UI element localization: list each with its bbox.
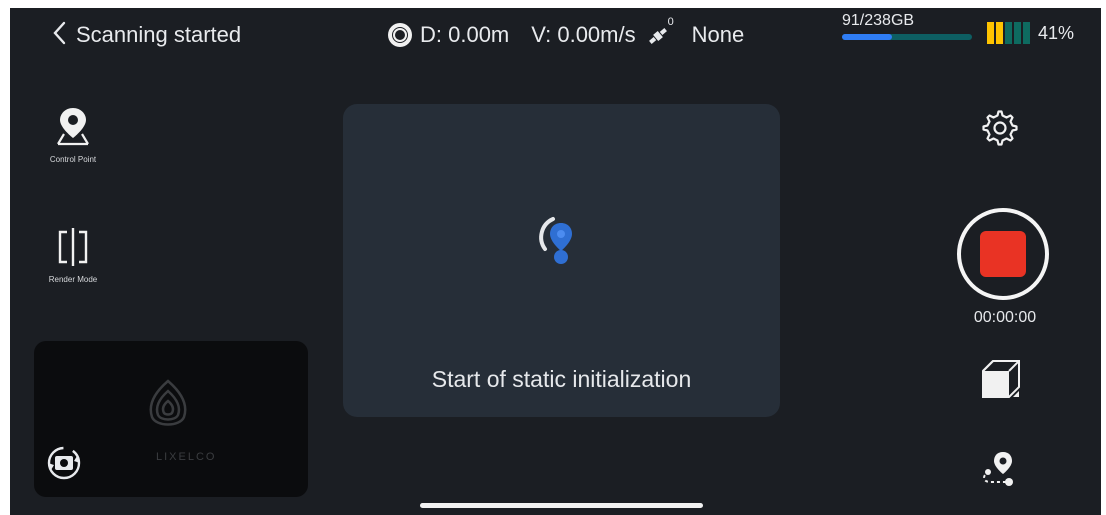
initialization-panel: Start of static initialization: [343, 104, 780, 417]
camera-switch-icon[interactable]: [44, 443, 84, 483]
control-point-label: Control Point: [49, 155, 97, 164]
battery-segment: [1014, 22, 1021, 44]
cube-icon[interactable]: [979, 357, 1023, 401]
distance-readout: D: 0.00m: [420, 22, 510, 47]
home-indicator[interactable]: [420, 503, 703, 508]
storage-bar-fill: [842, 34, 892, 40]
battery-segment: [987, 22, 994, 44]
back-label: Scanning started: [76, 22, 242, 47]
record-stop-icon: [957, 208, 1049, 300]
battery-bars: [987, 22, 1032, 44]
battery-percent: 41%: [1038, 22, 1075, 43]
velocity-readout: V: 0.00m/s: [531, 22, 636, 47]
battery-segment: [996, 22, 1003, 44]
battery-indicator: 41%: [987, 22, 1074, 44]
render-mode-label: Render Mode: [48, 275, 98, 284]
camera-preview[interactable]: LIXELCO: [34, 341, 308, 497]
status-readout: D: 0.00m V: 0.00m/s 0 None: [388, 16, 745, 48]
battery-segment: [1005, 22, 1012, 44]
control-point-button[interactable]: Control Point: [38, 104, 108, 164]
split-view-icon: [58, 228, 88, 266]
route-pin-icon[interactable]: [976, 448, 1022, 494]
render-mode-button[interactable]: Render Mode: [38, 226, 108, 284]
battery-segment: [1023, 22, 1030, 44]
record-button[interactable]: [955, 206, 1051, 302]
storage-indicator: 91/238GB: [842, 12, 972, 40]
fix-status: None: [691, 22, 745, 47]
recording-timer: 00:00:00: [973, 309, 1037, 326]
chevron-left-icon: [52, 21, 66, 49]
satellite-icon: 0: [646, 16, 674, 48]
storage-bar: [842, 34, 972, 40]
locating-spinner-icon: [539, 217, 572, 264]
brand-logo: [149, 379, 187, 426]
app-screen: Scanning started D: 0.00m V: 0.00m/s 0 N…: [10, 8, 1101, 515]
location-pin-icon: [57, 108, 89, 146]
back-button[interactable]: Scanning started: [52, 21, 241, 49]
initialization-message: Start of static initialization: [431, 366, 692, 392]
storage-label: 91/238GB: [842, 12, 915, 29]
satellite-count: 0: [667, 16, 674, 28]
brand-text: LIXELCO: [156, 451, 217, 463]
disc-icon: [388, 23, 412, 47]
gear-icon[interactable]: [980, 108, 1020, 148]
